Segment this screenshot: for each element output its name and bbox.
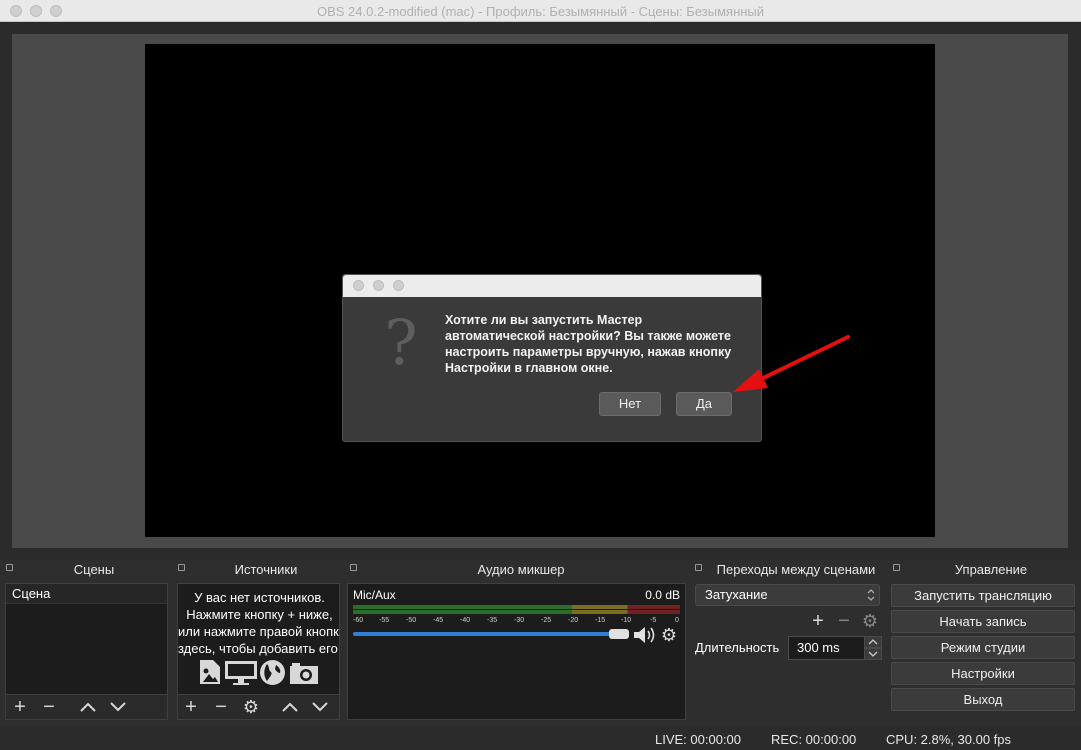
- meter-tick-label: -55: [379, 617, 390, 624]
- duration-input[interactable]: 300 ms: [788, 636, 868, 660]
- add-transition-icon[interactable]: +: [806, 611, 830, 631]
- start-streaming-button[interactable]: Запустить трансляцию: [891, 584, 1075, 607]
- move-scene-up-icon[interactable]: [79, 700, 97, 714]
- audio-mixer-panel: [347, 583, 686, 720]
- sources-empty-message: У вас нет источников. Нажмите кнопку + н…: [178, 590, 340, 656]
- source-properties-gear-icon[interactable]: ⚙: [239, 697, 263, 717]
- dialog-message: Хотите ли вы запустить Мастер автоматиче…: [445, 313, 732, 375]
- scenes-header: Сцены: [73, 562, 115, 577]
- dialog-title-bar: [343, 275, 761, 297]
- speaker-icon[interactable]: [633, 625, 657, 645]
- meter-tick-label: -5: [650, 617, 657, 624]
- move-source-down-icon[interactable]: [311, 700, 329, 714]
- meter-tick-label: -20: [568, 617, 579, 624]
- red-arrow-annotation: [733, 335, 850, 392]
- meter-tick-label: -15: [595, 617, 606, 624]
- dock-float-icon[interactable]: [695, 564, 702, 571]
- studio-mode-button[interactable]: Режим студии: [891, 636, 1075, 659]
- dock-float-icon[interactable]: [178, 564, 185, 571]
- transitions-header: Переходы между сценами: [716, 562, 876, 577]
- question-mark-icon: ?: [384, 306, 418, 379]
- add-scene-icon[interactable]: +: [8, 697, 32, 717]
- mixer-channel-name: Mic/Aux: [353, 588, 396, 602]
- transition-select[interactable]: Затухание: [695, 584, 880, 606]
- meter-tick-label: -60: [353, 617, 364, 624]
- meter-tick-label: -50: [406, 617, 417, 624]
- select-arrows-icon: [867, 589, 875, 601]
- scene-item[interactable]: Сцена: [6, 584, 167, 604]
- volume-meter-right: [353, 610, 680, 614]
- globe-icon: [260, 660, 285, 685]
- dialog-zoom-button[interactable]: [393, 280, 404, 291]
- no-button[interactable]: Нет: [599, 392, 661, 416]
- mixer-gear-icon[interactable]: ⚙: [657, 625, 681, 645]
- dialog-minimize-button[interactable]: [373, 280, 384, 291]
- volume-slider-handle[interactable]: [609, 629, 629, 639]
- title-bar: OBS 24.0.2-modified (mac) - Профиль: Без…: [0, 0, 1081, 22]
- sources-header: Источники: [234, 562, 298, 577]
- exit-button[interactable]: Выход: [891, 688, 1075, 711]
- controls-header: Управление: [954, 562, 1028, 577]
- duration-stepper[interactable]: [864, 636, 882, 660]
- cpu-status: CPU: 2.8%, 30.00 fps: [886, 732, 1012, 747]
- meter-tick-label: -35: [487, 617, 498, 624]
- add-source-icon[interactable]: +: [179, 697, 203, 717]
- status-bar: LIVE: 00:00:00 REC: 00:00:00 CPU: 2.8%, …: [0, 729, 1081, 750]
- window-title: OBS 24.0.2-modified (mac) - Профиль: Без…: [316, 4, 765, 19]
- live-status: LIVE: 00:00:00: [655, 732, 742, 747]
- meter-tick-label: -40: [460, 617, 471, 624]
- volume-meter: [353, 605, 680, 609]
- remove-scene-icon[interactable]: −: [37, 697, 61, 717]
- camera-icon: [290, 663, 318, 684]
- dialog-close-button[interactable]: [353, 280, 364, 291]
- meter-tick-label: -25: [541, 617, 552, 624]
- mixer-header: Аудио микшер: [477, 562, 565, 577]
- mixer-level-readout: 0.0 dB: [645, 588, 680, 602]
- auto-config-dialog: ? Хотите ли вы запустить Мастер автомати…: [342, 274, 762, 442]
- meter-tick-label: -10: [621, 617, 632, 624]
- dock-float-icon[interactable]: [893, 564, 900, 571]
- dock-float-icon[interactable]: [6, 564, 13, 571]
- duration-label: Длительность: [695, 640, 780, 655]
- move-source-up-icon[interactable]: [281, 700, 299, 714]
- image-icon: [200, 660, 220, 684]
- move-scene-down-icon[interactable]: [109, 700, 127, 714]
- yes-button[interactable]: Да: [676, 392, 732, 416]
- settings-button[interactable]: Настройки: [891, 662, 1075, 685]
- remove-transition-icon[interactable]: −: [832, 611, 856, 631]
- meter-tick-label: -30: [514, 617, 525, 624]
- volume-slider-fill: [353, 632, 615, 636]
- start-recording-button[interactable]: Начать запись: [891, 610, 1075, 633]
- transition-gear-icon[interactable]: ⚙: [858, 611, 882, 631]
- volume-slider[interactable]: [353, 632, 628, 636]
- meter-tick-label: -45: [433, 617, 444, 624]
- rec-status: REC: 00:00:00: [771, 732, 857, 747]
- remove-source-icon[interactable]: −: [209, 697, 233, 717]
- meter-tick-label: 0: [675, 617, 679, 624]
- monitor-icon: [225, 661, 257, 685]
